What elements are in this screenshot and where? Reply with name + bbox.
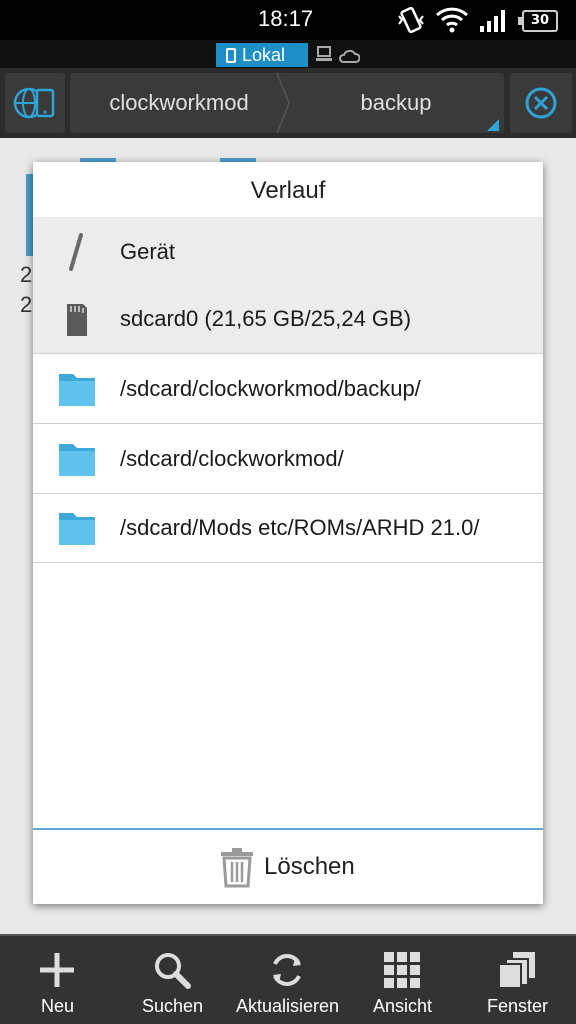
tab-lokal[interactable]: Lokal — [216, 43, 308, 67]
history-item-label: /sdcard/clockworkmod/backup/ — [120, 376, 421, 401]
tab-lokal-label: Lokal — [242, 45, 286, 65]
signal-icon — [478, 6, 508, 38]
globe-device-icon — [13, 87, 55, 119]
history-item-label: sdcard0 (21,65 GB/25,24 GB) — [120, 306, 412, 331]
new-button[interactable]: Neu — [0, 936, 115, 1024]
breadcrumb-item-backup[interactable]: backup — [288, 73, 504, 133]
status-bar: 18:17 30 — [0, 0, 576, 40]
cloud-icon[interactable] — [338, 48, 361, 67]
windows-icon — [498, 952, 535, 989]
history-item-device[interactable]: Gerät — [33, 217, 543, 287]
folder-icon — [59, 513, 95, 545]
storage-switch-button[interactable] — [5, 73, 65, 133]
windows-button[interactable]: Fenster — [460, 936, 575, 1024]
nav-label: Suchen — [141, 996, 204, 1016]
search-icon — [155, 953, 191, 989]
history-item-label: Gerät — [120, 239, 176, 264]
history-item-folder[interactable]: /sdcard/Mods etc/ROMs/ARHD 21.0/ — [33, 493, 543, 563]
folder-icon — [59, 444, 95, 476]
clock: 18:17 — [258, 6, 314, 31]
nav-label: Aktualisieren — [235, 996, 340, 1016]
nav-label: Neu — [40, 996, 75, 1016]
history-item-label: /sdcard/clockworkmod/ — [120, 446, 344, 471]
view-button[interactable]: Ansicht — [345, 936, 460, 1024]
refresh-button[interactable]: Aktualisieren — [230, 936, 345, 1024]
clear-history-label: Löschen — [264, 853, 355, 880]
history-item-label: /sdcard/Mods etc/ROMs/ARHD 21.0/ — [120, 515, 480, 540]
root-slash-icon — [69, 233, 83, 271]
close-path-button[interactable] — [510, 73, 572, 133]
file-label: 2 — [20, 262, 33, 287]
location-tabs: Lokal — [0, 40, 576, 68]
wifi-icon — [435, 6, 469, 38]
clear-history-button[interactable]: Löschen — [33, 830, 543, 904]
history-dialog: Verlauf Gerät sdcard0 (21,65 GB/25,24 GB… — [33, 162, 543, 904]
sdcard-icon — [67, 304, 87, 336]
history-item-folder[interactable]: /sdcard/clockworkmod/ — [33, 424, 543, 494]
nav-label: Ansicht — [372, 996, 433, 1016]
search-button[interactable]: Suchen — [115, 936, 230, 1024]
breadcrumb-item-clockworkmod[interactable]: clockworkmod — [70, 73, 288, 133]
nav-label: Fenster — [486, 996, 549, 1016]
plus-icon — [40, 953, 74, 987]
bottom-toolbar: Neu Suchen Aktualisieren Ansicht Fenster — [0, 934, 576, 1024]
dialog-title: Verlauf — [250, 177, 326, 204]
vibrate-icon — [396, 6, 426, 40]
folder-icon — [59, 374, 95, 406]
refresh-icon — [273, 954, 301, 986]
close-circle-icon — [525, 87, 557, 119]
trash-icon — [221, 848, 253, 888]
file-label: 2 — [20, 292, 33, 317]
phone-icon — [226, 48, 236, 63]
history-item-folder[interactable]: /sdcard/clockworkmod/backup/ — [33, 354, 543, 424]
grid-view-icon — [384, 952, 420, 988]
dropdown-corner-icon — [487, 116, 499, 135]
battery-icon: 30 — [518, 10, 558, 32]
history-item-sdcard[interactable]: sdcard0 (21,65 GB/25,24 GB) — [33, 284, 543, 354]
network-icon[interactable] — [316, 46, 332, 66]
